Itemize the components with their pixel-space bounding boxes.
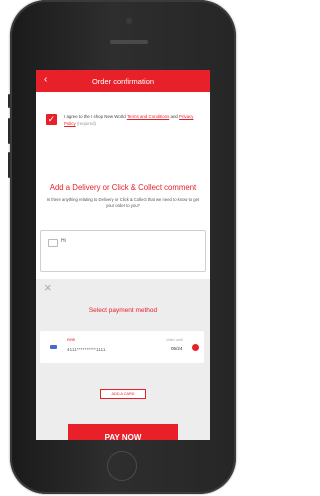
valid-until-label: Valid until [166, 337, 184, 342]
comment-value: Hi [61, 238, 66, 244]
comment-title: Add a Delivery or Click & Collect commen… [49, 183, 197, 192]
comment-input[interactable]: Hi [40, 230, 206, 272]
terms-text-and: and [169, 114, 180, 119]
card-radio[interactable] [192, 344, 199, 351]
valid-until-value: 05/24 [171, 346, 183, 351]
required-note: (required) [75, 120, 96, 126]
card-name: new [67, 337, 76, 342]
volume-down-button [8, 152, 10, 178]
comment-icon [48, 239, 58, 247]
card-brand-icon [50, 345, 57, 349]
payment-section: × Select payment method new 4111********… [36, 279, 210, 440]
volume-up-button [8, 118, 10, 144]
terms-text: I agree to the I shop New World Terms an… [64, 114, 204, 127]
terms-text-before: I agree to the I shop New World [64, 114, 127, 119]
comment-subtitle: Is there anything relating to Delivery o… [46, 197, 200, 208]
add-card-button[interactable]: ADD A CARD [100, 389, 146, 399]
camera [126, 18, 132, 24]
chevron-left-icon[interactable]: ‹ [44, 73, 47, 87]
terms-checkbox[interactable]: ✓ [46, 114, 57, 125]
header-bar: ‹ Order confirmation [36, 70, 210, 92]
speaker [110, 40, 148, 44]
close-icon[interactable]: × [44, 281, 52, 295]
home-button[interactable] [107, 451, 137, 481]
payment-title: Select payment method [88, 307, 158, 314]
saved-card[interactable]: new 4111**********1111 Valid until 05/24 [40, 331, 204, 363]
mute-switch [8, 94, 10, 108]
card-number: 4111**********1111 [67, 347, 106, 352]
terms-link[interactable]: Terms and Conditions [127, 114, 169, 119]
pay-now-button[interactable]: PAY NOW [68, 424, 178, 440]
app-screen: ‹ Order confirmation ✓ I agree to the I … [36, 70, 210, 440]
page-title: Order confirmation [91, 76, 155, 86]
